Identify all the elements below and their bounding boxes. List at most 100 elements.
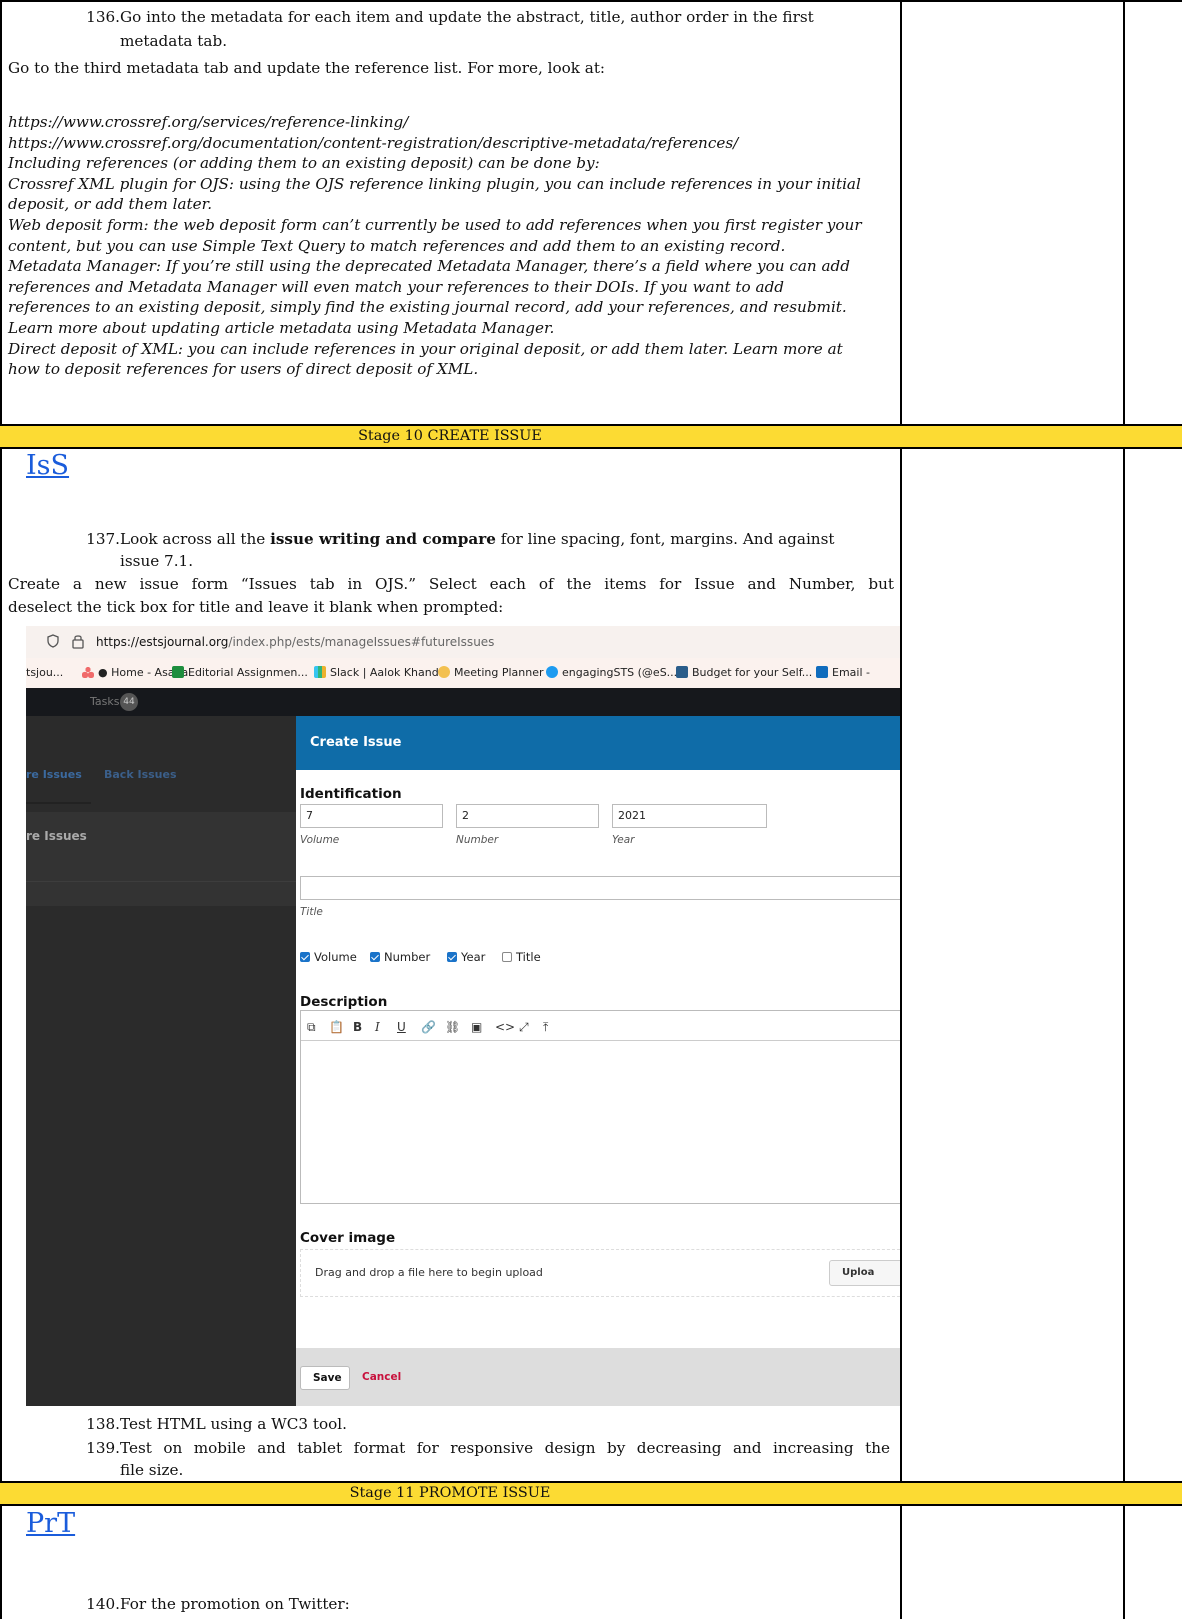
item-137-text-c: for line spacing, font, margins. And aga…: [495, 530, 835, 548]
checkbox-number-label: Number: [384, 950, 431, 964]
table-col-divider-1: [900, 0, 902, 1619]
item-140-number: 140.: [86, 1595, 120, 1613]
checkbox-title[interactable]: Title: [502, 950, 541, 964]
italic-line: content, but you can use Simple Text Que…: [8, 236, 786, 255]
item-138-line-1: Test HTML using a WC3 tool.: [120, 1415, 347, 1433]
table-col-divider-2: [1123, 0, 1125, 1619]
upload-button-label: Uploa: [842, 1267, 875, 1278]
left-panel-box: [26, 812, 296, 906]
item-137-text-a: Look across all the: [120, 530, 271, 548]
editor-toolbar: ⧉ 📋 B I U 🔗 ⛓ ▣ <> ⤢ ⤒: [301, 1011, 900, 1041]
bookmark-1[interactable]: tsjou...: [26, 666, 63, 679]
bookmark-slack-label: Slack | Aalok Khand...: [330, 666, 450, 679]
link-icon[interactable]: 🔗: [421, 1020, 436, 1034]
image-icon[interactable]: ▣: [471, 1020, 482, 1034]
fullscreen-icon[interactable]: ⤢: [519, 1020, 529, 1035]
ojs-screenshot: https://estsjournal.org/index.php/ests/m…: [26, 626, 900, 1406]
bookmark-meeting-label: Meeting Planner: [454, 666, 544, 679]
tasks-count-badge: 44: [120, 693, 138, 711]
lock-icon: [72, 635, 84, 649]
year-input[interactable]: 2021: [612, 804, 767, 828]
stage10-bar: Stage 10 CREATE ISSUE: [0, 426, 1182, 447]
italic-line: deposit, or add them later.: [8, 195, 213, 214]
bookmark-meeting[interactable]: Meeting Planner: [438, 666, 544, 679]
checkbox-number-box[interactable]: [370, 952, 380, 962]
table-border-left: [0, 0, 2, 1619]
bookmark-editorial[interactable]: Editorial Assignmen...: [172, 666, 308, 679]
unlink-icon[interactable]: ⛓: [445, 1020, 460, 1034]
item-137-line-1: Look across all the issue writing and co…: [120, 529, 890, 549]
left-panel-row: [26, 881, 296, 882]
description-editor[interactable]: ⧉ 📋 B I U 🔗 ⛓ ▣ <> ⤢ ⤒: [300, 1010, 900, 1204]
checkbox-volume-label: Volume: [314, 950, 357, 964]
cover-dropzone[interactable]: Drag and drop a file here to begin uploa…: [300, 1249, 900, 1297]
stage10-label: Stage 10 CREATE ISSUE: [358, 428, 542, 444]
modal-footer: Save Cancel: [296, 1348, 900, 1406]
code-iss-link[interactable]: IsS: [26, 450, 69, 481]
save-button-label: Save: [313, 1372, 342, 1384]
item-137-bold: issue writing and compare: [270, 530, 496, 548]
bold-icon[interactable]: B: [353, 1020, 362, 1034]
bookmark-email[interactable]: Email -: [816, 666, 870, 679]
budget-icon: [676, 666, 688, 678]
italic-line: Including references (or adding them to …: [8, 154, 600, 173]
tab-future-issues[interactable]: re Issues: [26, 768, 82, 781]
italic-line: how to deposit references for users of d…: [8, 360, 479, 379]
bookmark-budget[interactable]: Budget for your Self...: [676, 666, 812, 679]
outlook-icon: [816, 666, 828, 678]
volume-sublabel: Volume: [300, 834, 340, 846]
editorial-icon: [172, 666, 184, 678]
shield-icon: [47, 634, 59, 648]
twitter-icon: [546, 666, 558, 678]
item-136-line-1: Go into the metadata for each item and u…: [120, 8, 814, 26]
tab-underline: [26, 802, 91, 804]
checkbox-number[interactable]: Number: [370, 950, 430, 964]
checkbox-title-box[interactable]: [502, 952, 512, 962]
checkbox-year-label: Year: [461, 950, 486, 964]
checkbox-volume-box[interactable]: [300, 952, 310, 962]
cancel-button[interactable]: Cancel: [362, 1371, 401, 1383]
italic-line: Metadata Manager: If you’re still using …: [8, 257, 850, 276]
year-sublabel: Year: [612, 834, 635, 846]
upload-button[interactable]: Uploa: [829, 1260, 900, 1286]
underline-icon[interactable]: U: [397, 1020, 406, 1034]
ojs-top-nav: Tasks 44: [26, 688, 900, 716]
url-text[interactable]: https://estsjournal.org/index.php/ests/m…: [96, 635, 494, 649]
upload-icon[interactable]: ⤒: [543, 1020, 548, 1035]
tab-back-issues[interactable]: Back Issues: [104, 768, 177, 781]
slack-icon: [314, 666, 326, 678]
bookmark-slack[interactable]: Slack | Aalok Khand...: [314, 666, 449, 679]
checkbox-year-box[interactable]: [447, 952, 457, 962]
checkbox-title-label: Title: [516, 950, 541, 964]
code-prt-link[interactable]: PrT: [26, 1508, 75, 1539]
item-136-number: 136.: [86, 8, 120, 26]
asana-icon: [82, 666, 94, 678]
reference-paragraph: Go to the third metadata tab and update …: [8, 59, 606, 77]
bookmark-twitter[interactable]: engagingSTS (@eS...: [546, 666, 677, 679]
copy-icon[interactable]: ⧉: [307, 1020, 316, 1035]
checkbox-year[interactable]: Year: [447, 950, 485, 964]
drag-drop-text: Drag and drop a file here to begin uploa…: [315, 1266, 543, 1279]
crossref-italic-block: https://www.crossref.org/services/refere…: [8, 112, 896, 380]
browser-url-bar[interactable]: https://estsjournal.org/index.php/ests/m…: [26, 626, 900, 659]
volume-input[interactable]: 7: [300, 804, 443, 828]
stage11-label: Stage 11 PROMOTE ISSUE: [349, 1485, 551, 1501]
italic-line: Direct deposit of XML: you can include r…: [8, 339, 843, 358]
paste-icon[interactable]: 📋: [329, 1020, 344, 1034]
italic-line: Web deposit form: the web deposit form c…: [8, 215, 862, 234]
meeting-planner-icon: [438, 666, 450, 678]
description-label: Description: [300, 994, 388, 1010]
create-issue-modal: Create Issue Identification 7 2 2021 Vol…: [296, 716, 900, 1406]
save-button[interactable]: Save: [300, 1366, 350, 1390]
code-icon[interactable]: <>: [495, 1020, 515, 1034]
stage11-bottom-rule: [0, 1504, 1182, 1506]
number-input[interactable]: 2: [456, 804, 599, 828]
url-path: /index.php/ests/manageIssues#futureIssue…: [228, 635, 495, 649]
tasks-label[interactable]: Tasks: [90, 695, 119, 708]
italic-icon[interactable]: I: [375, 1020, 380, 1034]
item-139-line-2: file size.: [120, 1461, 184, 1479]
title-input[interactable]: [300, 876, 900, 900]
italic-line: references to an existing deposit, simpl…: [8, 298, 847, 317]
create-para-line-1: Create a new issue form “Issues tab in O…: [8, 575, 894, 593]
checkbox-volume[interactable]: Volume: [300, 950, 357, 964]
